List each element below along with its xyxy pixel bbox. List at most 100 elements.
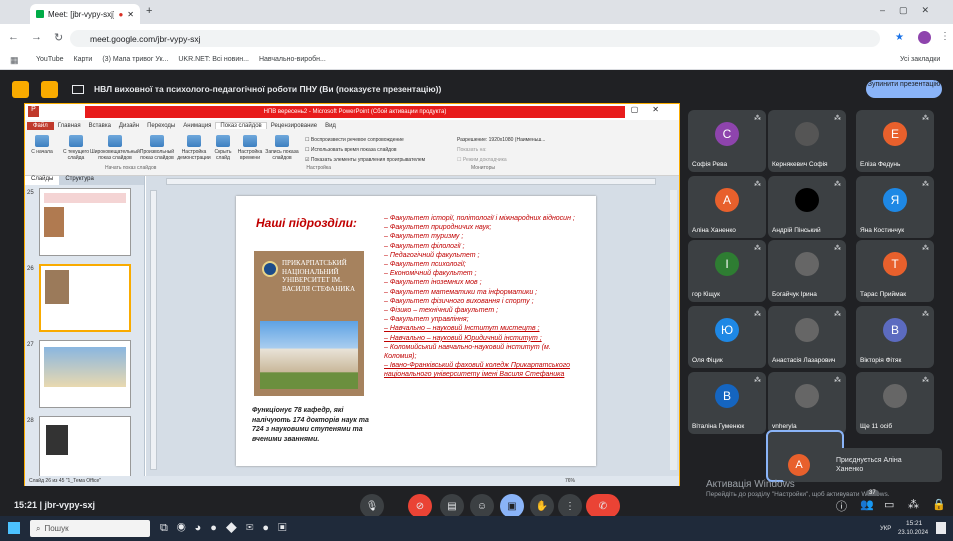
bookmark-star-icon[interactable]: ★	[895, 32, 904, 43]
window-controls[interactable]: –▢✕	[880, 5, 943, 16]
more-options-button[interactable]: ⋮	[558, 494, 582, 518]
info-icon[interactable]: ⓘ	[836, 498, 847, 514]
zoom-level[interactable]: 76%	[565, 476, 575, 486]
custom-show-icon	[150, 135, 164, 147]
custom-show-button[interactable]: Произвольный показ слайдов	[137, 135, 177, 165]
bookmark-navch[interactable]: Навчально-виробн...	[259, 56, 326, 63]
participant-tile[interactable]: Ще 11 осіб ⁂	[856, 372, 934, 434]
captions-button[interactable]: ▤	[440, 494, 464, 518]
present-button[interactable]: ▣	[500, 494, 524, 518]
emoji-button[interactable]: ☺	[470, 494, 494, 518]
check-timings[interactable]: ☐ Использовать время показа слайдов	[305, 145, 451, 155]
windows-start-icon[interactable]	[8, 522, 20, 534]
slide-thumb-27[interactable]	[39, 340, 131, 408]
back-icon[interactable]: ←	[8, 31, 19, 43]
leave-call-button[interactable]: ✆	[586, 494, 620, 518]
raise-hand-button[interactable]: ✋	[530, 494, 554, 518]
participant-avatar: І	[715, 252, 739, 276]
from-start-button[interactable]: С начала	[25, 135, 59, 165]
ppt-window-title: НПВ вересень2 - Microsoft PowerPoint (Сб…	[85, 106, 625, 118]
bookmark-maps[interactable]: Карти	[74, 56, 93, 63]
broadcast-button[interactable]: Широковещательный показ слайдов	[90, 135, 140, 165]
participant-tile[interactable]: Я Яна Костинчук ⁂	[856, 176, 934, 238]
chat-icon[interactable]: ▭	[884, 498, 894, 511]
profile-avatar[interactable]	[918, 31, 931, 44]
hide-slide-icon	[216, 135, 230, 147]
bookmarks-bar: YouTube Карти (3) Мапа тривог Ук... UKR.…	[0, 50, 953, 70]
university-building-photo	[260, 321, 358, 389]
apps-grid-icon[interactable]: ▦	[10, 55, 19, 66]
setup-show-button[interactable]: Настройка демонстрации	[177, 135, 211, 165]
mic-button[interactable]: 🎙	[360, 494, 384, 518]
activation-sub: Перейдіть до розділу "Настройки", щоб ак…	[706, 491, 890, 498]
participant-tile[interactable]: А Аліна Ханенко ⁂	[688, 176, 766, 238]
participant-tile[interactable]: vnheryla ⁂	[768, 372, 846, 434]
participant-tile[interactable]: Анастасія Лазарович ⁂	[768, 306, 846, 368]
people-icon[interactable]: 👥	[860, 498, 874, 511]
record-show-button[interactable]: Запись показа слайдов	[265, 135, 299, 165]
meet-side-icon[interactable]	[12, 80, 29, 98]
tab-view[interactable]: Вид	[321, 123, 340, 129]
close-tab-icon[interactable]: ✕	[127, 10, 134, 19]
tab-animation[interactable]: Анимация	[179, 123, 215, 129]
participant-tile[interactable]: Андрій Пінський ⁂	[768, 176, 846, 238]
lock-icon[interactable]: 🔒	[932, 498, 946, 511]
participant-tile[interactable]: В Вікторія Фітяк ⁂	[856, 306, 934, 368]
participant-tile[interactable]: Кернякевич Софія ⁂	[768, 110, 846, 172]
participant-avatar	[883, 384, 907, 408]
taskbar-lang[interactable]: УКР	[880, 526, 891, 532]
camera-off-button[interactable]: ⊘	[408, 494, 432, 518]
from-current-button[interactable]: С текущего слайда	[59, 135, 93, 165]
resolution-select[interactable]: Разрешение: 1920x1080 (Наименьш...	[457, 135, 577, 145]
menu-dots-icon[interactable]: ⋮	[940, 31, 950, 42]
faculty-item: – Економічний факультет ;	[384, 270, 477, 278]
bookmark-youtube[interactable]: YouTube	[36, 56, 64, 63]
tab-file[interactable]: Файл	[27, 121, 54, 130]
bookmark-alerts[interactable]: (3) Мапа тривог Ук...	[102, 56, 168, 63]
participant-tile[interactable]: В Віталіна Гуменюк ⁂	[688, 372, 766, 434]
faculty-item: – Факультет історії, політології і міжна…	[384, 215, 575, 222]
muted-mic-icon: ⁂	[834, 311, 841, 318]
participant-tile[interactable]: Ю Оля Фіцик ⁂	[688, 306, 766, 368]
participant-tile[interactable]: С Софія Рева ⁂	[688, 110, 766, 172]
notification-icon[interactable]	[936, 522, 946, 534]
tab-home[interactable]: Главная	[54, 123, 85, 129]
bookmark-ukrnet[interactable]: UKR.NET: Всі новин...	[178, 56, 249, 63]
slide-thumb-28[interactable]	[39, 416, 131, 484]
all-bookmarks[interactable]: Усі закладки	[900, 56, 940, 63]
participant-tile[interactable]: Е Еліза Федунь ⁂	[856, 110, 934, 172]
participant-tile[interactable]: Т Тарас Приймак ⁂	[856, 240, 934, 302]
tab-outline[interactable]: Структура	[59, 176, 99, 185]
muted-mic-icon: ⁂	[922, 181, 929, 188]
participant-tile[interactable]: Ігор Кіщук ⁂	[688, 240, 766, 302]
check-controls[interactable]: ☑ Показать элементы управления проигрыва…	[305, 155, 451, 165]
browser-tab[interactable]: Meet: [jbr-vypy-sxj] ● ✕	[30, 4, 140, 24]
faculty-item: – Факультет іноземних мов ;	[384, 279, 482, 287]
participant-tile[interactable]: Богайчук Ірина ⁂	[768, 240, 846, 302]
taskbar-apps[interactable]: ⧉◉◕●◆✉●▣	[160, 522, 295, 535]
participant-avatar	[795, 318, 819, 342]
activities-icon[interactable]: ⁂	[908, 498, 919, 511]
tab-design[interactable]: Дизайн	[115, 123, 143, 129]
reload-icon[interactable]: ↻	[54, 31, 63, 44]
slide-thumb-26[interactable]	[39, 264, 131, 332]
tab-insert[interactable]: Вставка	[85, 123, 115, 129]
new-tab-button[interactable]: +	[146, 5, 152, 17]
presenter-view-check[interactable]: ☐ Режим докладчика	[457, 155, 577, 165]
check-narration[interactable]: ☐ Воспроизвести речевое сопровождение	[305, 135, 451, 145]
tab-slideshow[interactable]: Показ слайдов	[215, 122, 267, 129]
tab-review[interactable]: Рецензирование	[267, 123, 321, 129]
present-icon[interactable]	[41, 80, 58, 98]
vertical-scrollbar[interactable]	[670, 190, 677, 470]
taskbar-search[interactable]: ⌕ Пошук	[30, 520, 150, 537]
join-notification[interactable]: А Приєднується Аліна Ханенко	[782, 448, 942, 482]
slide-thumb-25[interactable]	[39, 188, 131, 256]
hide-slide-button[interactable]: Скрыть слайд	[211, 135, 235, 165]
tab-transitions[interactable]: Переходы	[143, 123, 179, 129]
forward-icon[interactable]: →	[31, 31, 42, 43]
url-bar[interactable]: meet.google.com/jbr-vypy-sxj	[70, 30, 880, 47]
show-on-select[interactable]: Показать на:	[457, 145, 577, 155]
rehearse-button[interactable]: Настройка времени	[235, 135, 265, 165]
tab-slides[interactable]: Слайды	[25, 176, 60, 185]
stop-presenting-button[interactable]: Зупинити презентацію	[866, 80, 942, 98]
